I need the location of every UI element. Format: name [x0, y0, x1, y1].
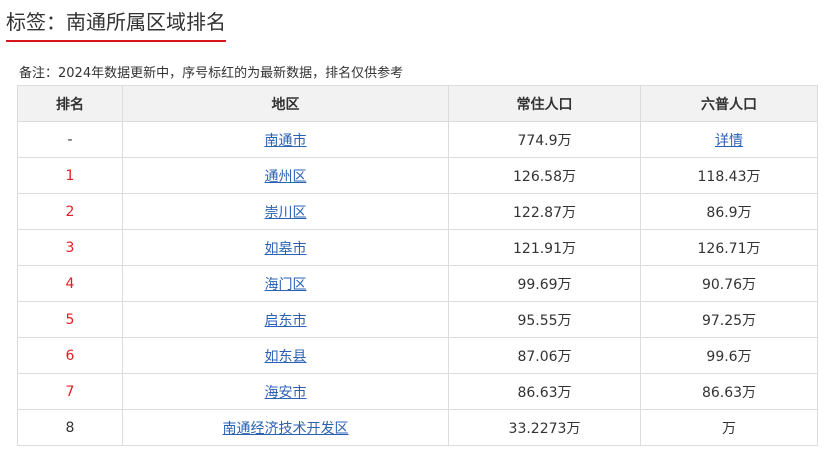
region-link[interactable]: 海门区 [265, 277, 307, 293]
table-row: 8 南通经济技术开发区 33.2273万 万 [17, 409, 818, 446]
resident-pop-cell: 99.69万 [448, 265, 641, 302]
region-cell: 通州区 [122, 157, 449, 194]
ranking-table: 排名 地区 常住人口 六普人口 - 南通市 774.9万 详情 1 通州区 12… [17, 85, 818, 446]
table-row: 4 海门区 99.69万 90.76万 [17, 265, 818, 302]
region-link[interactable]: 海安市 [265, 385, 307, 401]
rank-cell: 7 [17, 373, 123, 410]
census6-cell: 86.9万 [640, 193, 818, 230]
region-link[interactable]: 南通经济技术开发区 [223, 421, 349, 437]
region-link[interactable]: 启东市 [265, 313, 307, 329]
table-row: 5 启东市 95.55万 97.25万 [17, 301, 818, 338]
table-row: 7 海安市 86.63万 86.63万 [17, 373, 818, 410]
rank-cell: 3 [17, 229, 123, 266]
page-title: 标签：南通所属区域排名 [6, 8, 226, 42]
census6-cell: 万 [640, 409, 818, 446]
region-cell: 海安市 [122, 373, 449, 410]
census6-cell: 126.71万 [640, 229, 818, 266]
rank-cell: - [17, 121, 123, 158]
resident-pop-cell: 87.06万 [448, 337, 641, 374]
table-row: 6 如东县 87.06万 99.6万 [17, 337, 818, 374]
resident-pop-cell: 33.2273万 [448, 409, 641, 446]
header-census6: 六普人口 [640, 85, 818, 122]
region-cell: 海门区 [122, 265, 449, 302]
resident-pop-cell: 126.58万 [448, 157, 641, 194]
note-text: 备注：2024年数据更新中，序号标红的为最新数据，排名仅供参考 [19, 66, 404, 81]
census6-cell: 详情 [640, 121, 818, 158]
region-cell: 如东县 [122, 337, 449, 374]
rank-cell: 4 [17, 265, 123, 302]
census6-cell: 99.6万 [640, 337, 818, 374]
resident-pop-cell: 774.9万 [448, 121, 641, 158]
region-cell: 崇川区 [122, 193, 449, 230]
header-resident-pop: 常住人口 [448, 85, 641, 122]
resident-pop-cell: 121.91万 [448, 229, 641, 266]
census6-cell: 97.25万 [640, 301, 818, 338]
header-rank: 排名 [17, 85, 123, 122]
region-cell: 启东市 [122, 301, 449, 338]
rank-cell: 1 [17, 157, 123, 194]
table-row: - 南通市 774.9万 详情 [17, 121, 818, 158]
details-link[interactable]: 详情 [715, 133, 743, 149]
rank-cell: 5 [17, 301, 123, 338]
census6-cell: 118.43万 [640, 157, 818, 194]
resident-pop-cell: 122.87万 [448, 193, 641, 230]
region-link[interactable]: 崇川区 [265, 205, 307, 221]
region-cell: 南通市 [122, 121, 449, 158]
resident-pop-cell: 86.63万 [448, 373, 641, 410]
header-region: 地区 [122, 85, 449, 122]
table-row: 1 通州区 126.58万 118.43万 [17, 157, 818, 194]
table-row: 3 如皋市 121.91万 126.71万 [17, 229, 818, 266]
region-link[interactable]: 南通市 [265, 133, 307, 149]
region-link[interactable]: 如东县 [265, 349, 307, 365]
table-header-row: 排名 地区 常住人口 六普人口 [17, 85, 818, 122]
region-link[interactable]: 如皋市 [265, 241, 307, 257]
rank-cell: 2 [17, 193, 123, 230]
table-row: 2 崇川区 122.87万 86.9万 [17, 193, 818, 230]
rank-cell: 8 [17, 409, 123, 446]
census6-cell: 90.76万 [640, 265, 818, 302]
resident-pop-cell: 95.55万 [448, 301, 641, 338]
region-cell: 如皋市 [122, 229, 449, 266]
census6-cell: 86.63万 [640, 373, 818, 410]
page-title-wrap: 标签：南通所属区域排名 [6, 8, 226, 42]
region-cell: 南通经济技术开发区 [122, 409, 449, 446]
region-link[interactable]: 通州区 [265, 169, 307, 185]
rank-cell: 6 [17, 337, 123, 374]
